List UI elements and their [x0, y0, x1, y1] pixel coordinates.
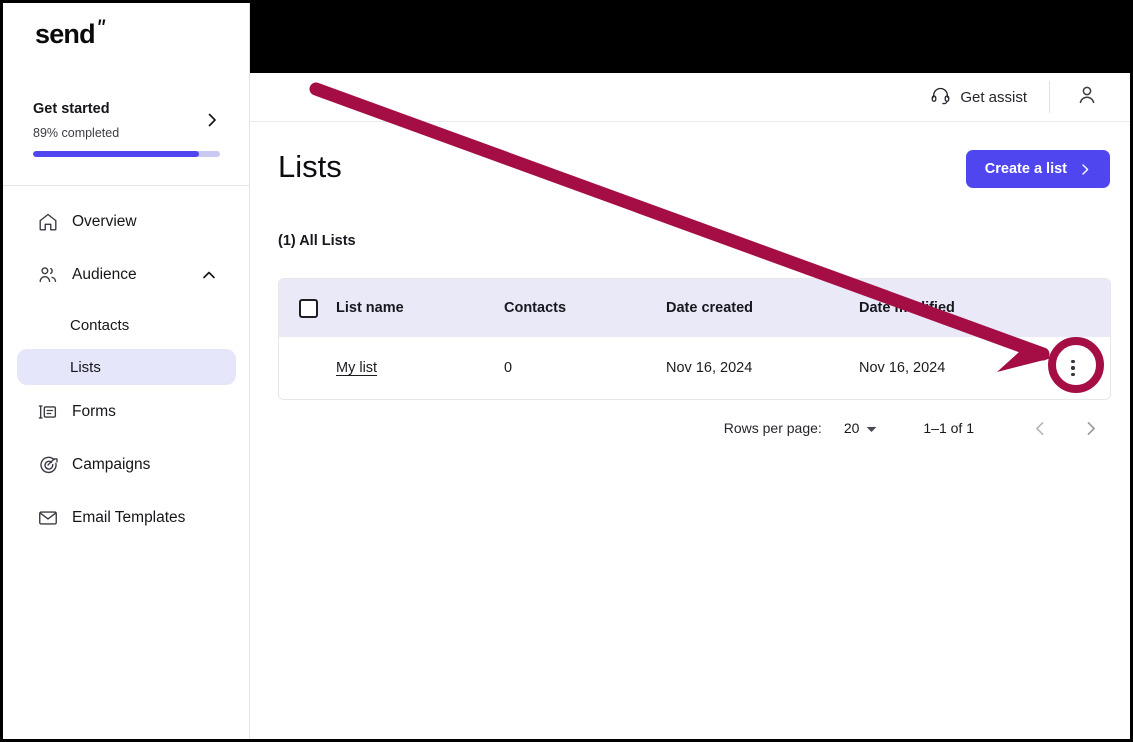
target-icon [36, 453, 60, 477]
main-area: Get assist Lists Create a list (1) All L… [250, 3, 1130, 739]
lists-table: List name Contacts Date created Date mod… [279, 279, 1110, 399]
get-assist-button[interactable]: Get assist [930, 85, 1027, 110]
users-icon [36, 263, 60, 287]
account-avatar-button[interactable] [1072, 82, 1102, 112]
forms-icon [36, 400, 60, 424]
all-lists-label: (1) All Lists [278, 233, 356, 249]
column-header-date-modified[interactable]: Date modified [859, 279, 1049, 337]
cell-contacts: 0 [504, 360, 513, 376]
previous-page-button[interactable] [1022, 410, 1058, 446]
kebab-menu-icon[interactable] [1060, 355, 1086, 381]
sidebar-item-forms[interactable]: Forms [17, 391, 236, 433]
topbar-divider [1049, 81, 1050, 113]
select-all-checkbox[interactable] [299, 298, 318, 318]
column-header-actions [1049, 279, 1110, 337]
chevron-right-icon[interactable] [204, 112, 220, 128]
create-list-label: Create a list [984, 161, 1067, 177]
get-started-progress-bar [33, 151, 220, 157]
person-icon [1075, 83, 1099, 112]
pagination-range: 1–1 of 1 [923, 420, 974, 436]
sidebar-item-contacts[interactable]: Contacts [17, 307, 236, 343]
progress-fill [33, 151, 200, 157]
column-header-date-created[interactable]: Date created [666, 279, 859, 337]
chevron-right-icon [1080, 163, 1091, 176]
table-row[interactable]: My list 0 Nov 16, 2024 Nov 16, 2024 [279, 337, 1110, 399]
get-assist-label: Get assist [960, 88, 1027, 106]
sidebar-nav: Overview Audience Contacts Lists Forms C… [3, 201, 250, 550]
rows-per-page-value: 20 [843, 420, 860, 436]
sidebar-item-overview[interactable]: Overview [17, 201, 236, 243]
sidebar-item-email-templates[interactable]: Email Templates [17, 497, 236, 539]
sidebar-item-label: Email Templates [72, 509, 186, 526]
create-a-list-button[interactable]: Create a list [965, 150, 1110, 188]
chevron-up-icon[interactable] [201, 267, 217, 283]
app-window: send Get started 89% completed Overview … [3, 3, 1130, 739]
sidebar: send Get started 89% completed Overview … [3, 3, 250, 739]
cell-list-name: My list [336, 337, 504, 399]
rows-per-page-select[interactable]: 20 [844, 420, 878, 436]
sidebar-item-label: Forms [72, 403, 116, 420]
logo-text: send [35, 19, 96, 49]
cell-date-created: Nov 16, 2024 [666, 360, 753, 376]
table-header: List name Contacts Date created Date mod… [279, 279, 1110, 337]
column-header-contacts[interactable]: Contacts [504, 279, 666, 337]
caret-down-icon [866, 420, 877, 436]
pagination: Rows per page: 20 1–1 of 1 [724, 410, 1108, 446]
sidebar-item-audience[interactable]: Audience [17, 254, 236, 296]
sidebar-item-label: Lists [70, 358, 101, 376]
cell-actions [1049, 337, 1110, 399]
row-select-cell [279, 337, 336, 399]
rows-per-page-label: Rows per page: [723, 420, 822, 436]
get-started-title: Get started [33, 101, 110, 117]
get-started-panel[interactable]: Get started 89% completed [3, 99, 250, 157]
sidebar-item-lists[interactable]: Lists [17, 349, 236, 385]
sidebar-divider [3, 185, 250, 186]
sidebar-item-label: Contacts [70, 316, 130, 334]
headset-icon [930, 85, 951, 110]
select-all-header [279, 279, 336, 337]
get-started-progress-text: 89% completed [33, 126, 120, 140]
envelope-icon [36, 506, 60, 530]
sidebar-item-campaigns[interactable]: Campaigns [17, 444, 236, 486]
sidebar-item-label: Overview [72, 213, 137, 230]
list-name-link[interactable]: My list [336, 360, 377, 376]
logo-mark-icon [96, 18, 110, 32]
top-bar: Get assist [250, 73, 1130, 122]
page-title: Lists [278, 149, 342, 184]
home-icon [36, 210, 60, 234]
sidebar-item-label: Audience [72, 266, 137, 283]
table-header-row: List name Contacts Date created Date mod… [279, 279, 1110, 337]
column-header-list-name[interactable]: List name [336, 279, 504, 337]
next-page-button[interactable] [1072, 410, 1108, 446]
sidebar-item-label: Campaigns [72, 456, 151, 473]
send-logo[interactable]: send [35, 17, 110, 51]
table-body: My list 0 Nov 16, 2024 Nov 16, 2024 [279, 337, 1110, 399]
lists-table-card: List name Contacts Date created Date mod… [278, 278, 1111, 400]
cell-date-modified: Nov 16, 2024 [859, 360, 946, 376]
top-black-banner [250, 3, 1130, 73]
